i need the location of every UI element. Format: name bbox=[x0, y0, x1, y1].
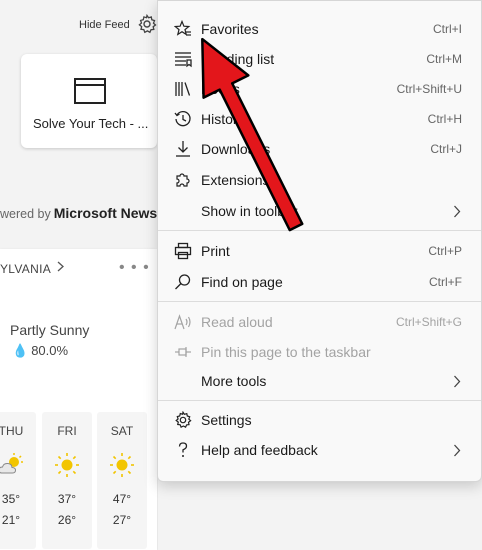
menu-item-settings[interactable]: Settings bbox=[158, 405, 481, 435]
menu-item-label: History bbox=[201, 111, 245, 127]
forecast-day[interactable]: THU 35° 21° bbox=[0, 412, 36, 549]
download-icon bbox=[176, 141, 190, 157]
menu-item-read-aloud[interactable]: Read aloud Ctrl+Shift+G bbox=[158, 307, 481, 337]
forecast-day[interactable]: SAT 47° 27° bbox=[97, 412, 147, 549]
menu-item-label: Help and feedback bbox=[201, 442, 318, 458]
gear-icon bbox=[175, 411, 192, 429]
menu-item-label: Read aloud bbox=[201, 314, 273, 330]
menu-item-label: More tools bbox=[201, 373, 267, 389]
menu-item-shortcut: Ctrl+F bbox=[429, 275, 462, 289]
menu-separator bbox=[158, 400, 481, 401]
forecast-high: 37° bbox=[57, 492, 77, 506]
hide-feed-link[interactable]: Hide Feed bbox=[79, 19, 130, 31]
printer-icon bbox=[174, 242, 192, 260]
weather-location[interactable]: YLVANIA bbox=[0, 262, 51, 276]
question-icon bbox=[178, 442, 188, 457]
menu-item-books[interactable]: Books Ctrl+Shift+U bbox=[158, 74, 481, 104]
powered-prefix: wered by bbox=[0, 207, 51, 221]
menu-item-label: Books bbox=[201, 81, 240, 97]
partly-cloudy-icon bbox=[0, 453, 23, 474]
search-icon bbox=[175, 274, 191, 290]
chevron-right-icon bbox=[57, 261, 64, 272]
menu-item-find-on-page[interactable]: Find on page Ctrl+F bbox=[158, 267, 481, 297]
menu-item-shortcut: Ctrl+Shift+G bbox=[395, 315, 462, 329]
chevron-right-icon bbox=[454, 205, 461, 218]
books-icon bbox=[175, 82, 191, 96]
menu-item-label: Downloads bbox=[201, 141, 271, 157]
menu-item-favorites[interactable]: Favorites Ctrl+I bbox=[158, 14, 481, 44]
menu-item-print[interactable]: Print Ctrl+P bbox=[158, 236, 481, 266]
website-tile-icon bbox=[74, 78, 106, 104]
more-options-icon[interactable]: • • • bbox=[119, 259, 150, 277]
forecast-low: 26° bbox=[57, 513, 77, 527]
powered-by-label: wered by Microsoft News bbox=[0, 205, 157, 221]
precip-value: 80.0% bbox=[31, 343, 69, 358]
menu-item-history[interactable]: History Ctrl+H bbox=[158, 104, 481, 134]
weather-precipitation: 💧 80.0% bbox=[12, 343, 68, 359]
read-aloud-icon bbox=[174, 314, 191, 330]
menu-item-label: Print bbox=[201, 243, 230, 259]
favorites-star-icon bbox=[174, 20, 191, 36]
menu-item-pin-to-taskbar[interactable]: Pin this page to the taskbar bbox=[158, 337, 481, 367]
menu-item-label: Show in toolbar bbox=[201, 203, 298, 219]
menu-item-reading-list[interactable]: Reading list Ctrl+M bbox=[158, 44, 481, 74]
menu-item-shortcut: Ctrl+P bbox=[428, 244, 462, 258]
menu-item-shortcut: Ctrl+I bbox=[432, 22, 462, 36]
page-settings-gear-icon[interactable] bbox=[137, 13, 157, 35]
menu-item-help-and-feedback[interactable]: Help and feedback bbox=[158, 435, 481, 465]
raindrop-icon: 💧 bbox=[12, 343, 29, 358]
tile-label: Solve Your Tech - ... bbox=[33, 116, 149, 131]
menu-item-shortcut: Ctrl+M bbox=[426, 52, 462, 66]
menu-item-label: Find on page bbox=[201, 274, 283, 290]
settings-and-more-menu: Favorites Ctrl+I Reading list Ctrl+M Boo… bbox=[157, 0, 482, 482]
menu-item-label: Reading list bbox=[201, 51, 275, 67]
forecast-day[interactable]: FRI 37° 26° bbox=[42, 412, 92, 549]
menu-item-shortcut: Ctrl+J bbox=[430, 142, 462, 156]
forecast-low: 21° bbox=[1, 513, 21, 527]
menu-item-label: Pin this page to the taskbar bbox=[201, 344, 371, 360]
sun-icon bbox=[110, 453, 134, 477]
reading-list-icon bbox=[175, 52, 192, 68]
sun-icon bbox=[55, 453, 79, 477]
history-icon bbox=[174, 111, 191, 127]
forecast-day-name: SAT bbox=[110, 424, 134, 438]
forecast-day-name: THU bbox=[0, 424, 24, 438]
forecast-low: 27° bbox=[112, 513, 132, 527]
menu-item-more-tools[interactable]: More tools bbox=[158, 366, 481, 396]
chevron-right-icon bbox=[454, 375, 461, 388]
powered-brand: Microsoft News bbox=[53, 205, 158, 221]
menu-separator bbox=[158, 301, 481, 302]
menu-item-shortcut: Ctrl+Shift+U bbox=[396, 82, 462, 96]
menu-item-extensions[interactable]: Extensions bbox=[158, 165, 481, 195]
forecast-day-name: FRI bbox=[57, 424, 77, 438]
forecast-high: 47° bbox=[112, 492, 132, 506]
menu-item-label: Settings bbox=[201, 412, 252, 428]
quick-link-tile[interactable]: Solve Your Tech - ... bbox=[21, 54, 157, 148]
menu-item-show-in-toolbar[interactable]: Show in toolbar bbox=[158, 196, 481, 226]
extensions-puzzle-icon bbox=[176, 173, 190, 187]
menu-item-label: Extensions bbox=[201, 172, 270, 188]
menu-item-label: Favorites bbox=[201, 21, 259, 37]
weather-card[interactable]: YLVANIA • • • Partly Sunny 💧 80.0% THU 35… bbox=[0, 249, 157, 550]
menu-item-shortcut: Ctrl+H bbox=[427, 112, 462, 126]
menu-item-downloads[interactable]: Downloads Ctrl+J bbox=[158, 134, 481, 164]
menu-separator bbox=[158, 230, 481, 231]
weather-condition: Partly Sunny bbox=[10, 322, 90, 338]
forecast-high: 35° bbox=[1, 492, 21, 506]
pin-icon bbox=[175, 347, 191, 357]
chevron-right-icon bbox=[454, 444, 461, 457]
